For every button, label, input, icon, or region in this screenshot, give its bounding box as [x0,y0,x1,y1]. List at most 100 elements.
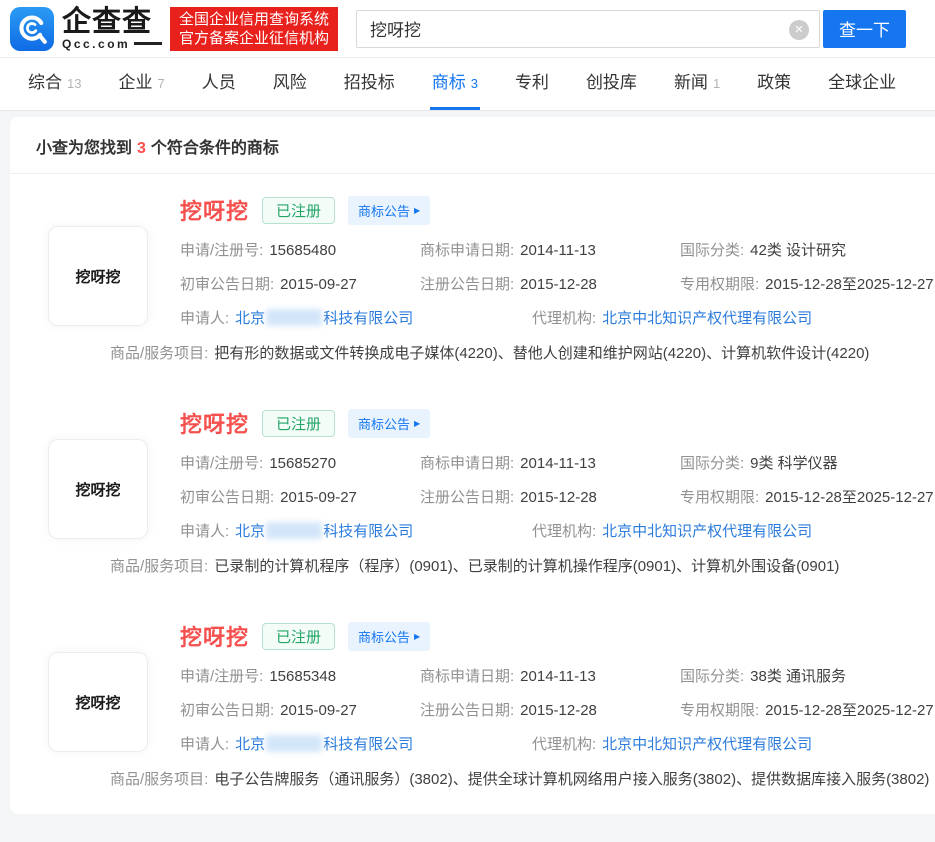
applicant-link[interactable]: 北京科技有限公司 [235,310,413,327]
field-label: 申请/注册号: [180,242,263,259]
field-label: 国际分类: [680,668,744,685]
field-label: 国际分类: [680,455,744,472]
field-value: 2015-09-27 [280,702,357,719]
tab-venture[interactable]: 创投库 [584,68,639,110]
field-value: 2015-09-27 [280,276,357,293]
field-label: 注册公告日期: [420,276,514,293]
search-button[interactable]: 查一下 [823,10,906,48]
field-label: 代理机构: [532,736,596,753]
arrow-right-icon: ▶ [414,632,420,641]
tab-news[interactable]: 新闻1 [672,68,722,110]
notice-badge[interactable]: 商标公告▶ [348,622,430,651]
goods-text: 已录制的计算机程序（程序）(0901)、已录制的计算机操作程序(0901)、计算… [214,558,839,575]
tab-people[interactable]: 人员 [200,68,238,110]
goods-text: 把有形的数据或文件转换成电子媒体(4220)、替他人创建和维护网站(4220)、… [214,345,869,362]
trademark-card: 挖呀挖 挖呀挖 已注册 商标公告▶ 申请/注册号: 15685348 商标申请日期… [10,600,935,813]
field-label: 国际分类: [680,242,744,259]
tab-policy[interactable]: 政策 [755,68,793,110]
brand-domain: Qcc.com [62,37,130,51]
field-value: 15685348 [269,668,336,685]
trademark-name[interactable]: 挖呀挖 [180,620,249,652]
field-label: 专用权期限: [680,702,759,719]
field-value: 42类 设计研究 [750,242,846,259]
redacted-blur [266,522,322,539]
trademark-thumbnail[interactable]: 挖呀挖 [48,226,148,326]
result-count-bar: 小查为您找到3个符合条件的商标 [10,117,935,174]
certification-line2: 官方备案企业征信机构 [179,29,329,48]
applicant-link[interactable]: 北京科技有限公司 [235,736,413,753]
field-label: 商标申请日期: [420,455,514,472]
field-value: 2014-11-13 [520,668,596,685]
trademark-thumbnail[interactable]: 挖呀挖 [48,439,148,539]
tab-risk[interactable]: 风险 [271,68,309,110]
field-value: 9类 科学仪器 [750,455,838,472]
clear-icon[interactable]: ✕ [789,20,809,40]
tab-company[interactable]: 企业7 [116,68,166,110]
field-value: 2015-12-28 [520,276,597,293]
tab-count: 1 [713,76,720,91]
field-label: 申请/注册号: [180,668,263,685]
agent-link[interactable]: 北京中北知识产权代理有限公司 [602,310,812,327]
field-label: 注册公告日期: [420,489,514,506]
agent-link[interactable]: 北京中北知识产权代理有限公司 [602,736,812,753]
search-input[interactable] [357,11,819,47]
status-badge: 已注册 [262,623,335,650]
qcc-logo-icon [10,7,54,51]
search-box: ✕ [356,10,820,48]
status-badge: 已注册 [262,197,335,224]
redacted-blur [266,309,322,326]
field-label: 申请人: [180,523,229,540]
field-value: 15685480 [269,242,336,259]
field-label: 申请/注册号: [180,455,263,472]
tab-count: 7 [157,76,164,91]
arrow-right-icon: ▶ [414,419,420,428]
field-value: 2015-12-28至2025-12-27 [765,276,933,293]
tab-overview[interactable]: 综合13 [26,68,83,110]
field-label: 专用权期限: [680,276,759,293]
tab-patent[interactable]: 专利 [513,68,551,110]
field-value: 2015-12-28至2025-12-27 [765,702,933,719]
field-label: 申请人: [180,736,229,753]
result-count: 3 [137,140,146,157]
notice-badge[interactable]: 商标公告▶ [348,196,430,225]
certification-line1: 全国企业信用查询系统 [179,10,329,29]
field-label: 注册公告日期: [420,702,514,719]
arrow-right-icon: ▶ [414,206,420,215]
goods-services-row: 商品/服务项目:把有形的数据或文件转换成电子媒体(4220)、替他人创建和维护网… [110,342,935,363]
certification-badge: 全国企业信用查询系统 官方备案企业征信机构 [170,7,338,51]
field-label: 初审公告日期: [180,489,274,506]
field-value: 38类 通讯服务 [750,668,846,685]
qcc-logo[interactable]: 企查查 Qcc.com [10,7,162,51]
field-label: 商品/服务项目: [110,771,208,788]
field-label: 代理机构: [532,310,596,327]
field-value: 2015-09-27 [280,489,357,506]
tab-global[interactable]: 全球企业 [826,68,898,110]
status-badge: 已注册 [262,410,335,437]
agent-link[interactable]: 北京中北知识产权代理有限公司 [602,523,812,540]
tab-bidding[interactable]: 招投标 [342,68,397,110]
tab-count: 3 [471,76,478,91]
trademark-card: 挖呀挖 挖呀挖 已注册 商标公告▶ 申请/注册号: 15685480 商标申请日期… [10,174,935,387]
field-label: 商标申请日期: [420,242,514,259]
field-label: 商品/服务项目: [110,558,208,575]
results-panel: 小查为您找到3个符合条件的商标 挖呀挖 挖呀挖 已注册 商标公告▶ 申请/注册号… [10,117,935,814]
notice-badge[interactable]: 商标公告▶ [348,409,430,438]
brand-title: 企查查 [62,7,162,37]
field-label: 初审公告日期: [180,276,274,293]
trademark-name[interactable]: 挖呀挖 [180,407,249,439]
trademark-card: 挖呀挖 挖呀挖 已注册 商标公告▶ 申请/注册号: 15685270 商标申请日期… [10,387,935,600]
field-label: 申请人: [180,310,229,327]
field-label: 代理机构: [532,523,596,540]
field-label: 商标申请日期: [420,668,514,685]
category-tabs: 综合13 企业7 人员 风险 招投标 商标3 专利 创投库 新闻1 政策 全球企… [0,58,935,111]
redacted-blur [266,735,322,752]
trademark-name[interactable]: 挖呀挖 [180,194,249,226]
applicant-link[interactable]: 北京科技有限公司 [235,523,413,540]
tab-trademark[interactable]: 商标3 [430,68,480,110]
trademark-thumbnail[interactable]: 挖呀挖 [48,652,148,752]
goods-services-row: 商品/服务项目: 已录制的计算机程序（程序）(0901)、已录制的计算机操作程序(… [110,555,935,576]
field-value: 15685270 [269,455,336,472]
goods-services-row: 商品/服务项目:电子公告牌服务（通讯服务）(3802)、提供全球计算机网络用户接… [110,768,935,789]
field-value: 2015-12-28 [520,489,597,506]
tab-count: 13 [67,76,81,91]
